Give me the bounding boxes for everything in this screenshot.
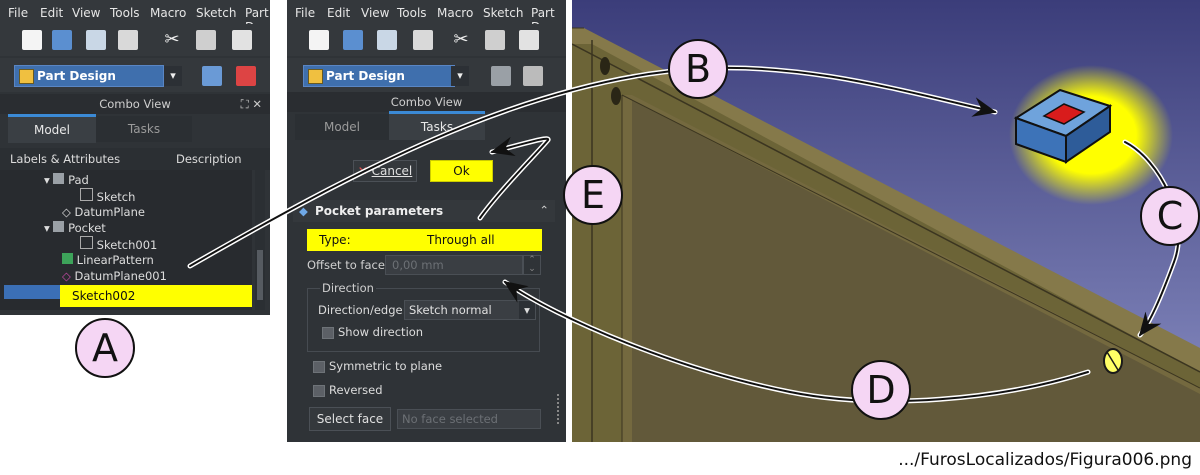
marker-e: E	[563, 165, 623, 225]
marker-a: A	[75, 318, 135, 378]
marker-c: C	[1140, 186, 1200, 246]
annotation-arrows	[187, 65, 1181, 404]
figure-caption: .../FurosLocalizados/Figura006.png	[898, 450, 1192, 470]
marker-d: D	[851, 360, 911, 420]
marker-b: B	[668, 39, 728, 99]
